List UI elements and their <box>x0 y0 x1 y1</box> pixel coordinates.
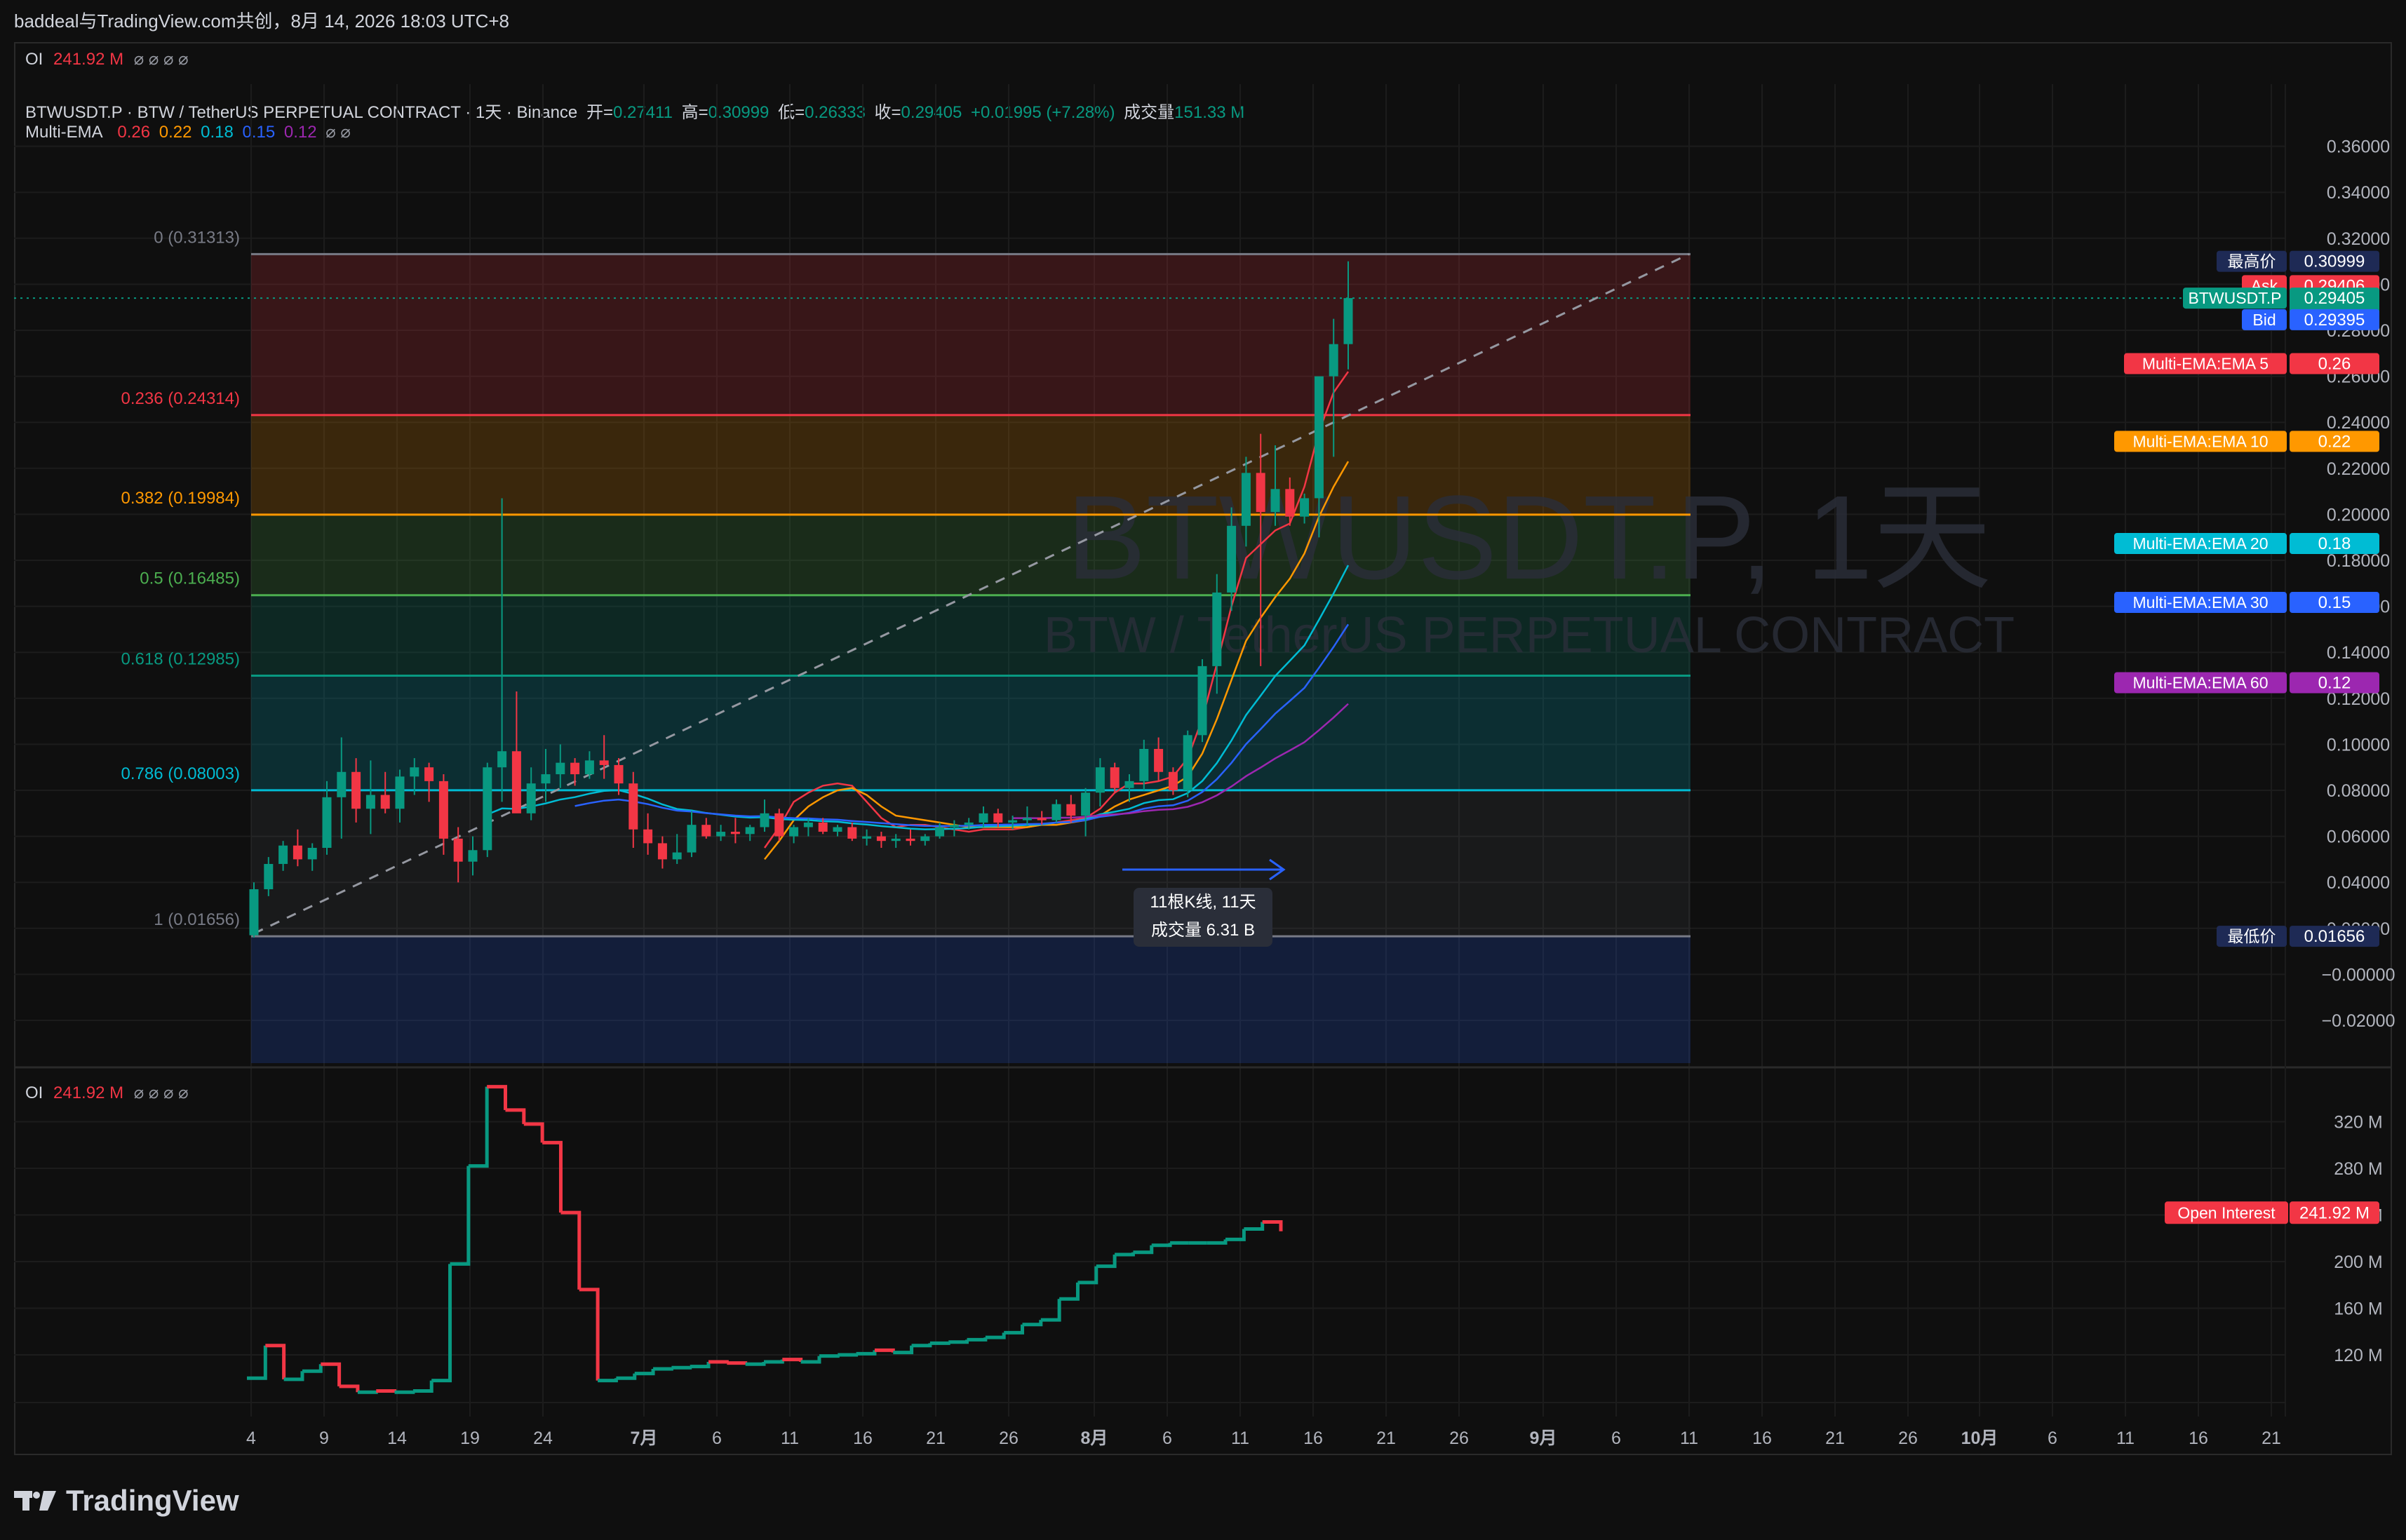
oi-legend-top[interactable]: OI 241.92 M ⌀ ⌀ ⌀ ⌀ <box>25 49 189 69</box>
ema20-value: 0.18 <box>201 123 234 142</box>
ema30-value: 0.15 <box>242 123 276 142</box>
ema60-value: 0.12 <box>283 123 317 142</box>
symbol-title: BTWUSDT.P · BTW / TetherUS PERPETUAL CON… <box>25 103 578 122</box>
close-label: 收= <box>874 103 901 122</box>
oi-value: 241.92 M <box>53 1083 124 1102</box>
ema10-value: 0.22 <box>159 123 192 142</box>
tradingview-logo[interactable]: TradingView <box>14 1480 239 1522</box>
oi-hidden-icons[interactable]: ⌀ ⌀ ⌀ ⌀ <box>134 1083 189 1102</box>
oi-label: OI <box>25 50 43 69</box>
change-value: +0.01995 (+7.28%) <box>970 103 1115 122</box>
close-value: 0.29405 <box>901 103 962 122</box>
tradingview-logo-icon <box>14 1491 56 1511</box>
ema-legend-label: Multi-EMA <box>25 123 103 142</box>
low-value: 0.26333 <box>805 103 866 122</box>
high-value: 0.30999 <box>708 103 769 122</box>
tradingview-brand: TradingView <box>66 1484 239 1517</box>
open-label: 开= <box>586 103 613 122</box>
ema5-value: 0.26 <box>117 123 151 142</box>
chart-frame <box>14 42 2392 1455</box>
ema-hidden-icons[interactable]: ⌀ ⌀ <box>325 123 351 142</box>
attribution-text: baddeal与TradingView.com共创，8月 14, 2026 18… <box>14 11 509 32</box>
oi-legend-bottom[interactable]: OI 241.92 M ⌀ ⌀ ⌀ ⌀ <box>25 1083 189 1103</box>
volume-value: 151.33 M <box>1174 103 1245 122</box>
ema-legend[interactable]: Multi-EMA 0.26 0.22 0.18 0.15 0.12 ⌀ ⌀ <box>25 122 355 142</box>
symbol-legend[interactable]: BTWUSDT.P · BTW / TetherUS PERPETUAL CON… <box>25 98 1249 123</box>
high-label: 高= <box>681 103 708 122</box>
low-label: 低= <box>778 103 805 122</box>
oi-label: OI <box>25 1083 43 1102</box>
volume-label: 成交量 <box>1124 103 1175 122</box>
open-value: 0.27411 <box>612 103 673 122</box>
attribution-bar: baddeal与TradingView.com共创，8月 14, 2026 18… <box>0 0 2406 42</box>
oi-hidden-icons[interactable]: ⌀ ⌀ ⌀ ⌀ <box>134 50 189 69</box>
oi-value: 241.92 M <box>53 50 124 69</box>
